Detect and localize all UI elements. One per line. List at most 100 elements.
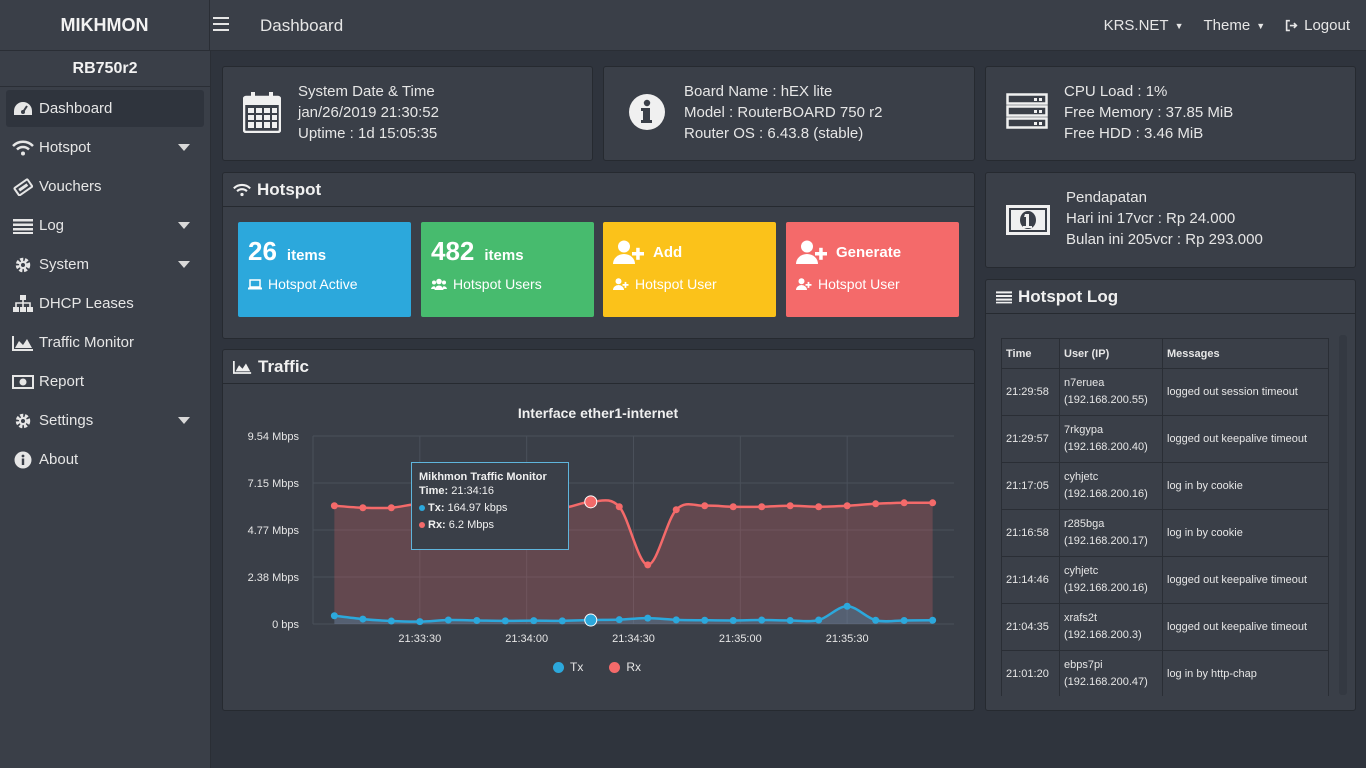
hotspot-active-tile[interactable]: 26 items Hotspot Active (238, 222, 411, 317)
data-point-tx (330, 612, 338, 620)
log-user: 7rkgypa (192.168.200.40) (1059, 415, 1163, 463)
user-plus-icon (613, 278, 629, 290)
traffic-card-title: Traffic (258, 356, 310, 376)
chart-title: Interface ether1-internet (517, 405, 679, 421)
data-point-tx (584, 613, 598, 627)
log-table-container[interactable]: Time User (IP) Messages 21:29:58 n7eruea (… (1001, 338, 1331, 696)
hotspot-card-title: Hotspot (257, 179, 322, 199)
sidebar-item-label: DHCP Leases (39, 295, 134, 312)
log-username: ebps7pi (1064, 659, 1103, 671)
tooltip-time-label: Time: (419, 485, 449, 497)
sidebar-item-label: Dashboard (39, 100, 113, 117)
sidebar-item-report[interactable]: Report (6, 363, 204, 400)
logout-button[interactable]: Logout (1285, 17, 1350, 34)
free-memory: Free Memory : 37.85 MiB (1064, 104, 1234, 121)
menu-toggle-icon[interactable] (213, 17, 229, 31)
theme-label: Theme (1203, 17, 1251, 34)
system-datetime-value: jan/26/2019 21:30:52 (298, 104, 439, 121)
wifi-icon (12, 140, 34, 156)
list-icon (996, 290, 1012, 303)
sidebar-item-label: Log (39, 217, 65, 234)
legend-item-tx[interactable]: Tx (553, 660, 583, 674)
brand-logo[interactable]: MIKHMON (0, 0, 210, 51)
column-header-time: Time (1001, 338, 1060, 369)
data-point-rx (758, 503, 766, 511)
area-chart-icon (12, 335, 34, 351)
x-tick-label: 21:35:00 (719, 633, 762, 645)
data-point-tx (729, 616, 737, 624)
hotspot-card-header: Hotspot (223, 173, 974, 207)
data-point-rx (815, 503, 823, 511)
y-tick-label: 2.38 Mbps (248, 572, 300, 584)
log-message: logged out session timeout (1162, 368, 1329, 416)
chart-legend: Tx Rx (553, 660, 641, 674)
log-username: xrafs2t (1064, 612, 1098, 624)
rx-legend-dot-icon (609, 661, 621, 673)
caret-down-icon (178, 222, 190, 229)
sidebar-item-log[interactable]: Log (6, 207, 204, 244)
log-scrollbar[interactable] (1339, 335, 1347, 695)
page-title: Dashboard (260, 16, 344, 35)
log-time: 21:16:58 (1001, 509, 1060, 557)
log-message: log in by cookie (1162, 462, 1329, 510)
sidebar-item-system[interactable]: System (6, 246, 204, 283)
money-icon (12, 374, 34, 390)
session-label: KRS.NET (1103, 17, 1169, 34)
data-point-rx (330, 502, 338, 510)
free-hdd: Free HDD : 3.46 MiB (1064, 125, 1204, 142)
sidebar-item-dashboard[interactable]: Dashboard (6, 90, 204, 127)
hotspot-users-tile[interactable]: 482 items Hotspot Users (421, 222, 594, 317)
data-point-rx (672, 506, 680, 514)
log-user: cyhjetc (192.168.200.16) (1059, 462, 1163, 510)
sidebar-item-label: Report (39, 373, 85, 390)
add-hotspot-user-tile[interactable]: Add Hotspot User (603, 222, 776, 317)
log-user: xrafs2t (192.168.200.3) (1059, 603, 1163, 651)
x-tick-label: 21:35:30 (826, 633, 869, 645)
sidebar-item-hotspot[interactable]: Hotspot (6, 129, 204, 166)
add-tile-heading: Add (653, 243, 683, 261)
sidebar-item-label: Vouchers (39, 178, 102, 195)
data-point-tx (473, 616, 481, 624)
data-point-rx (900, 499, 908, 507)
tooltip-title: Mikhmon Traffic Monitor (419, 471, 547, 483)
data-point-tx (815, 616, 823, 624)
sidebar-item-settings[interactable]: Settings (6, 402, 204, 439)
caret-down-icon: ▼ (1256, 20, 1266, 31)
area-chart-icon (233, 360, 252, 374)
traffic-chart[interactable]: 0 bps 2.38 Mbps 4.77 Mbps 7.15 Mbps 9.54 Mbp… (223, 424, 974, 724)
log-user: r285bga (192.168.200.17) (1059, 509, 1163, 557)
log-time: 21:14:46 (1001, 556, 1060, 604)
log-time: 21:01:20 (1001, 650, 1060, 696)
income-today: Hari ini 17vcr : Rp 24.000 (1066, 210, 1236, 227)
users-icon (431, 278, 447, 290)
sidebar-item-label: System (39, 256, 90, 273)
data-point-tx (786, 616, 794, 624)
data-point-tx (444, 616, 452, 624)
data-point-tx (359, 615, 367, 623)
theme-dropdown[interactable]: Theme ▼ (1204, 17, 1266, 34)
sidebar-item-traffic-monitor[interactable]: Traffic Monitor (6, 324, 204, 361)
data-point-rx (584, 495, 598, 509)
generate-hotspot-user-tile[interactable]: Generate Hotspot User (786, 222, 959, 317)
uptime-value: Uptime : 1d 15:05:35 (298, 125, 438, 142)
rx-bullet-icon (419, 522, 425, 528)
info-icon (12, 451, 34, 469)
sidebar-item-dhcp-leases[interactable]: DHCP Leases (6, 285, 204, 322)
table-row: 21:01:20 ebps7pi (192.168.200.47) log in by… (1001, 650, 1329, 696)
data-point-tx (644, 614, 652, 622)
legend-item-rx[interactable]: Rx (609, 660, 641, 674)
data-point-rx (387, 504, 395, 512)
sidebar: RB750r2 Dashboard Hotspot Vouchers Log S… (0, 51, 211, 768)
session-dropdown[interactable]: KRS.NET ▼ (1104, 17, 1184, 34)
sidebar-item-vouchers[interactable]: Vouchers (6, 168, 204, 205)
tooltip-tx-label: Tx: (428, 502, 445, 514)
logout-label: Logout (1304, 17, 1350, 34)
caret-down-icon (178, 261, 190, 268)
data-point-tx (387, 617, 395, 625)
column-header-messages: Messages (1162, 338, 1329, 369)
cpu-load: CPU Load : 1% (1064, 83, 1168, 100)
log-message: logged out keepalive timeout (1162, 603, 1329, 651)
hotspot-active-count: 26 (248, 236, 277, 266)
sidebar-item-about[interactable]: About (6, 441, 204, 478)
dashboard-icon (12, 101, 34, 117)
